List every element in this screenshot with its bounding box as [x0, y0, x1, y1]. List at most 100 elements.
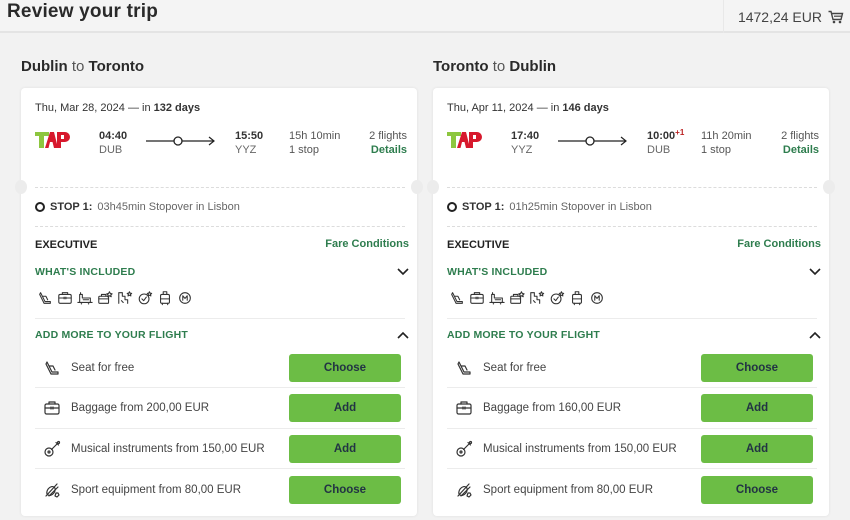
seat-icon — [457, 360, 471, 375]
addon-add-button[interactable]: Add — [701, 434, 813, 463]
addon-row: Seat for free Choose — [35, 348, 405, 388]
date-line: Thu, Mar 28, 2024 — in 132 days — [35, 102, 200, 114]
addon-label: Baggage from 200,00 EUR — [71, 402, 210, 414]
addon-choose-button[interactable]: Choose — [701, 353, 813, 382]
fare-conditions-link[interactable]: Fare Conditions — [325, 238, 409, 250]
fare-class: EXECUTIVE — [447, 239, 510, 251]
arrival: 15:50 YYZ — [235, 129, 263, 157]
seat-icon — [45, 360, 59, 375]
baggage-icon — [43, 399, 61, 417]
guitar-icon — [44, 440, 61, 457]
chevron-up-icon — [809, 331, 821, 339]
chevron-down-icon — [397, 268, 409, 276]
cart-summary[interactable]: 1472,24 EUR — [722, 0, 850, 33]
in-prefix: in — [142, 102, 151, 114]
stop-circle-icon — [447, 202, 457, 212]
flights-info: 2 flights Details — [369, 129, 407, 157]
addon-add-button[interactable]: Add — [289, 394, 401, 422]
page-title: Review your trip — [7, 1, 159, 22]
ticket-notch — [823, 180, 835, 194]
addon-row: Sport equipment from 80,00 EUR Choose — [35, 470, 405, 510]
route-arrow-icon — [558, 136, 627, 146]
arrival-time: 10:00 — [647, 130, 676, 142]
addon-choose-button[interactable]: Choose — [701, 475, 813, 504]
dashed-divider — [35, 226, 405, 227]
guitar-icon — [43, 440, 61, 458]
departure: 17:40 YYZ — [511, 129, 539, 157]
add-more-toggle[interactable]: ADD MORE TO YOUR FLIGHT — [35, 329, 409, 341]
in-prefix: in — [550, 102, 560, 114]
cabin-bag-icon — [58, 292, 72, 304]
whats-included-toggle[interactable]: WHAT'S INCLUDED — [447, 266, 821, 278]
leg-title: Toronto to Dublin — [433, 58, 829, 78]
sport-equipment-icon — [457, 482, 472, 498]
details-link[interactable]: Details — [369, 143, 407, 157]
priority-bag-icon — [98, 291, 113, 304]
addon-choose-button[interactable]: Choose — [289, 353, 401, 382]
shopping-cart-icon[interactable] — [828, 10, 844, 24]
origin-city: Dublin — [21, 58, 68, 75]
arrival-airport: YYZ — [235, 144, 257, 156]
stop-circle-icon — [35, 202, 45, 212]
departure-time: 17:40 — [511, 130, 540, 142]
addon-label: Musical instruments from 150,00 EUR — [71, 442, 265, 455]
seat-icon — [451, 292, 463, 304]
stops-count: 1 stop — [701, 144, 731, 156]
fare-class: EXECUTIVE — [35, 239, 98, 251]
baggage-icon — [44, 401, 60, 415]
miles-icon — [591, 292, 603, 304]
leg-card: Thu, Apr 11, 2024 — in 146 days 17:40 YY… — [427, 88, 835, 516]
dash: — — [127, 102, 139, 114]
addon-row: Musical instruments from 150,00 EUR Add — [35, 429, 405, 469]
destination-city: Toronto — [88, 58, 145, 75]
fare-conditions-link[interactable]: Fare Conditions — [737, 238, 821, 250]
outbound-leg: Dublin to Toronto Thu, Mar 28, 2024 — in… — [15, 58, 423, 516]
whats-included-toggle[interactable]: WHAT'S INCLUDED — [35, 266, 409, 278]
addon-row: Sport equipment from 80,00 EUR Choose — [447, 470, 817, 510]
stop-text: 01h25min Stopover in Lisbon — [509, 201, 652, 213]
addon-add-button[interactable]: Add — [701, 394, 813, 422]
stops-count: 1 stop — [289, 144, 319, 156]
addon-label: Seat for free — [71, 361, 135, 374]
day-offset: +1 — [675, 128, 685, 137]
chevron-down-icon — [809, 268, 821, 276]
connector: to — [492, 58, 506, 75]
tap-airline-logo — [35, 132, 70, 148]
baggage-icon — [456, 401, 472, 415]
addon-choose-button[interactable]: Choose — [289, 475, 401, 504]
dash: — — [536, 102, 548, 114]
duration: 11h 20min — [701, 130, 752, 142]
duration: 15h 10min — [289, 130, 341, 142]
days-until: 146 days — [562, 102, 609, 114]
duration-info: 11h 20min 1 stop — [701, 129, 752, 157]
carry-on-icon — [160, 291, 170, 306]
fast-track-icon — [118, 291, 133, 304]
ticket-notch — [427, 180, 439, 194]
flights-count: 2 flights — [781, 130, 819, 142]
cabin-bag-icon — [470, 292, 484, 304]
addon-row: Seat for free Choose — [447, 348, 817, 388]
details-link[interactable]: Details — [781, 143, 819, 157]
addon-label: Sport equipment from 80,00 EUR — [71, 483, 242, 496]
addon-row: Baggage from 160,00 EUR Add — [447, 389, 817, 429]
add-more-toggle[interactable]: ADD MORE TO YOUR FLIGHT — [447, 329, 821, 341]
stop-label: STOP 1: — [462, 201, 505, 213]
flight-date: Thu, Mar 28, 2024 — [35, 102, 125, 114]
whats-included-label: WHAT'S INCLUDED — [447, 266, 548, 278]
seat-icon — [43, 359, 61, 377]
seat-icon — [455, 359, 473, 377]
departure: 04:40 DUB — [99, 129, 127, 157]
guitar-icon — [456, 440, 473, 457]
addon-add-button[interactable]: Add — [289, 434, 401, 463]
addon-row: Musical instruments from 150,00 EUR Add — [447, 429, 817, 469]
top-bar: Review your trip 1472,24 EUR — [0, 0, 850, 33]
carry-on-icon — [572, 291, 582, 306]
arrival-time: 15:50 — [235, 130, 264, 142]
priority-bag-icon — [510, 291, 525, 304]
dashed-divider — [35, 187, 405, 188]
connector: to — [71, 58, 85, 75]
stop-text: 03h45min Stopover in Lisbon — [97, 201, 240, 213]
departure-airport: DUB — [99, 144, 123, 156]
chevron-up-icon — [397, 331, 409, 339]
origin-city: Toronto — [433, 58, 489, 75]
